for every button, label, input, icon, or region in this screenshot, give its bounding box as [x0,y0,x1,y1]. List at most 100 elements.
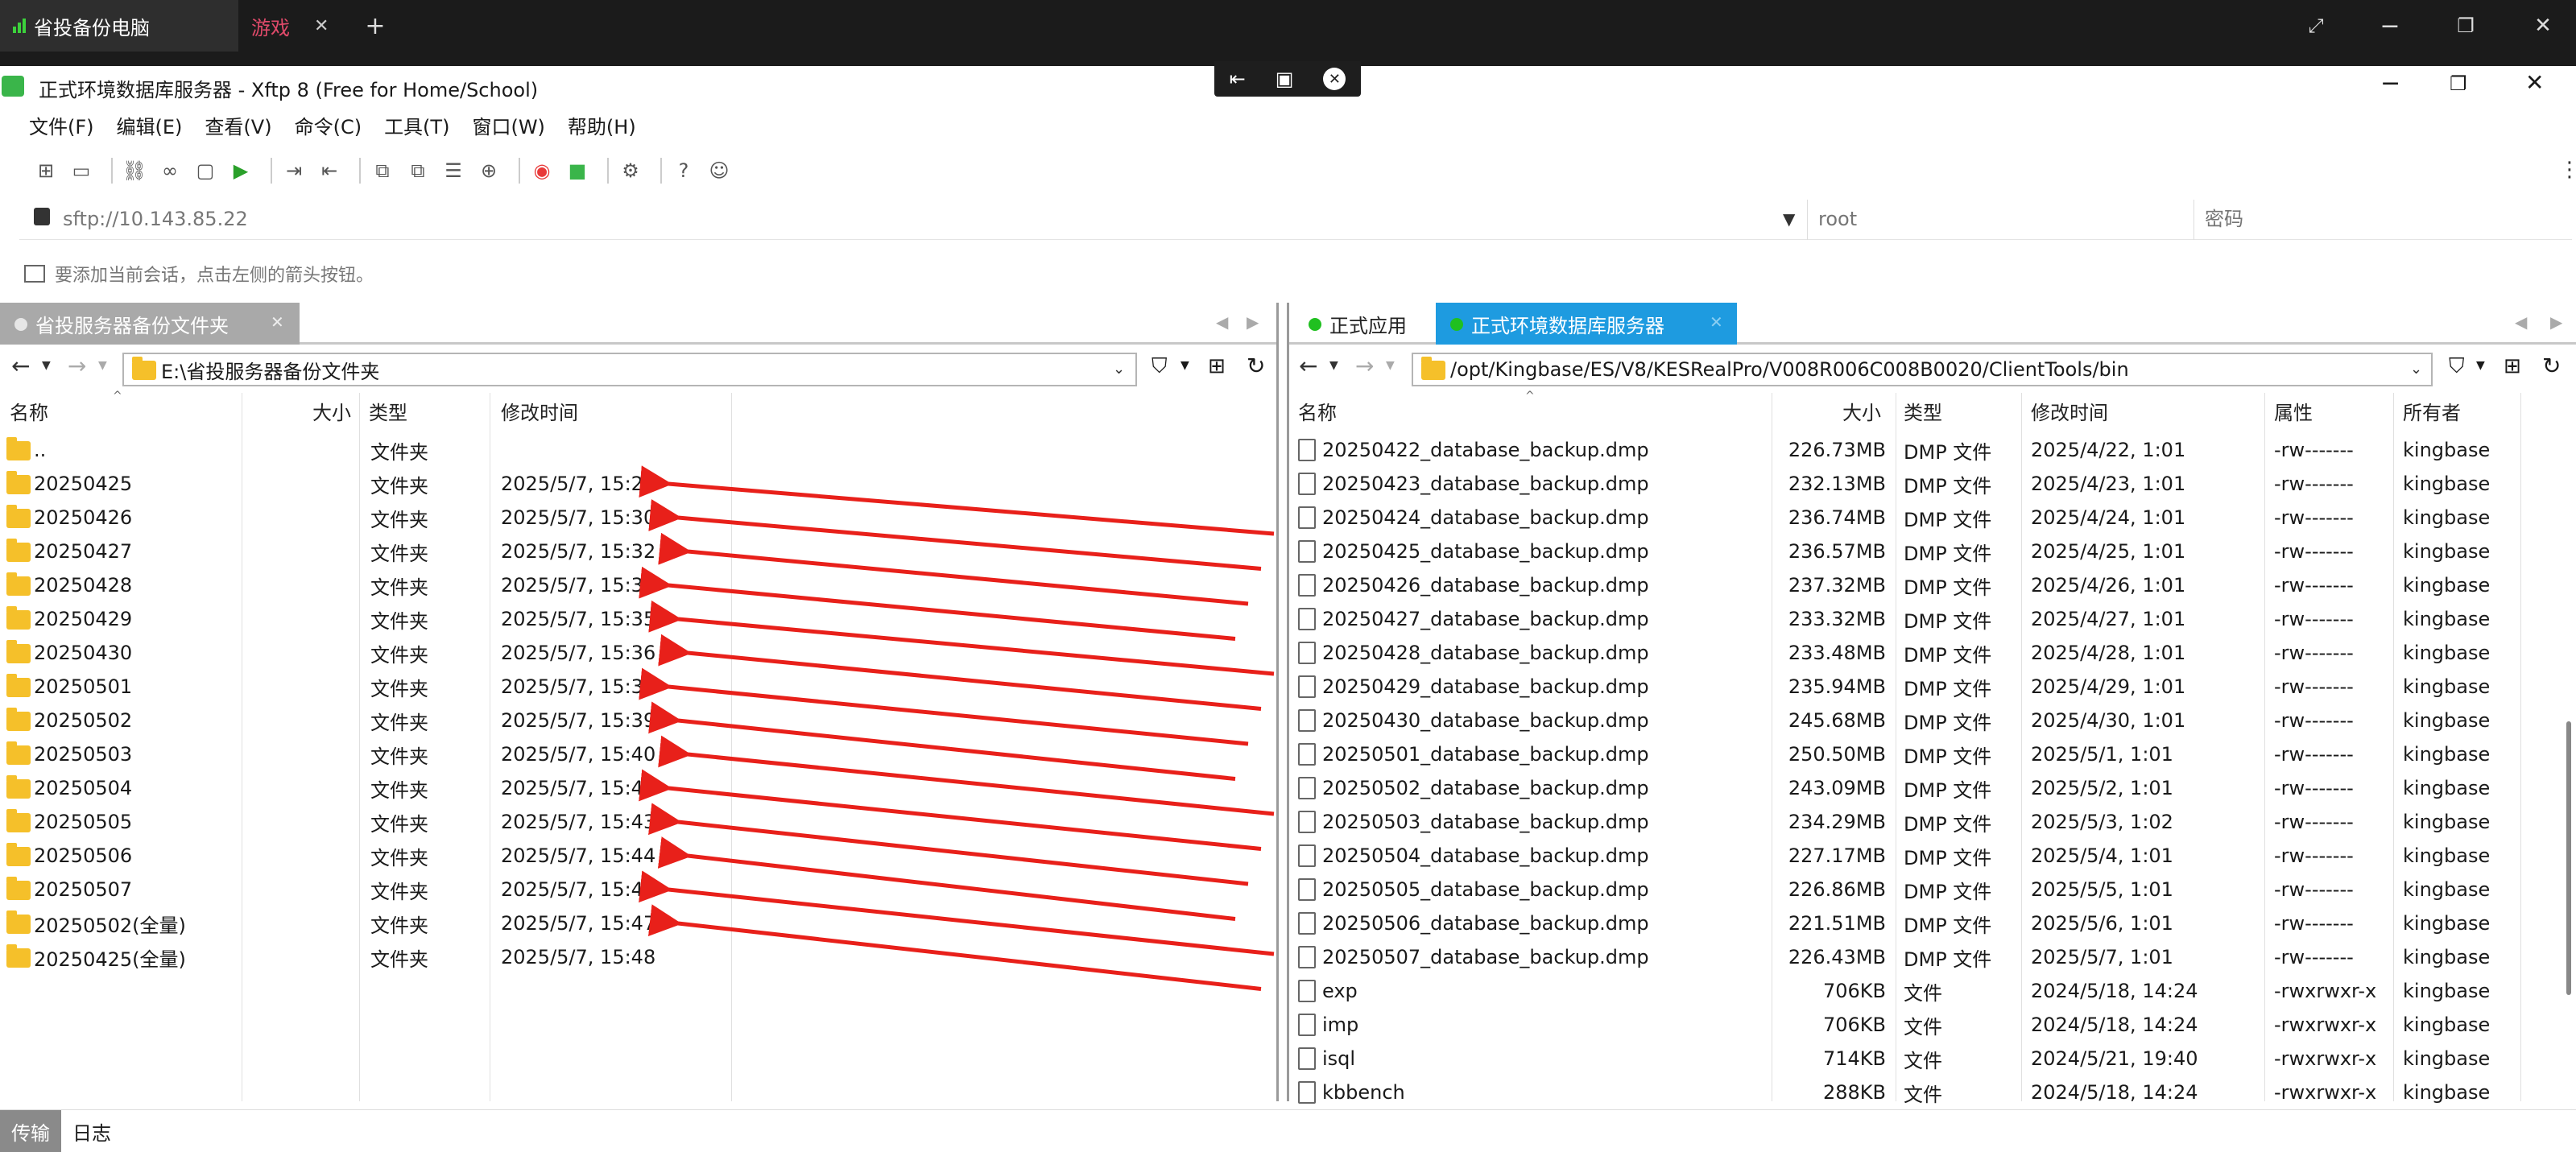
list-item[interactable]: 20250501 文件夹 2025/5/7, 15:38 [0,670,1277,704]
col-header-mtime[interactable]: 修改时间 [2031,394,2108,427]
chevron-down-icon[interactable]: ▼ [1783,209,1795,229]
tab-transfer[interactable]: 传输 [0,1109,61,1152]
menu-file[interactable]: 文件(F) [29,111,94,139]
copy-icon[interactable]: ⧉ [369,157,396,184]
new-tab-icon[interactable]: + [358,8,393,43]
close-icon[interactable]: ✕ [1710,312,1723,332]
tab-local-backup[interactable]: 省投服务器备份文件夹 ✕ [0,303,300,345]
list-item[interactable]: 20250505_database_backup.dmp 226.86MB DMP … [1292,873,2561,906]
minimize-icon[interactable]: − [2372,8,2408,43]
password-field[interactable] [2205,203,2559,235]
rd-tab-games[interactable]: 游戏 ✕ [238,0,343,52]
menu-tools[interactable]: 工具(T) [384,111,449,139]
list-item[interactable]: kbbench 288KB 文件 2024/5/18, 14:24 -rwxrwxr-x… [1292,1076,2561,1109]
menu-edit[interactable]: 编辑(E) [117,111,183,139]
list-item[interactable]: .. 文件夹 [0,433,1277,467]
list-item[interactable]: 20250502_database_backup.dmp 243.09MB DMP … [1292,771,2561,805]
col-header-size[interactable]: 大小 [1842,394,1881,427]
forward-arrow-icon[interactable]: → [68,353,86,379]
list-item[interactable]: 20250506_database_backup.dmp 221.51MB DMP … [1292,906,2561,940]
close-icon[interactable]: ✕ [271,312,284,332]
bookmark-icon[interactable]: ⛉ [1152,354,1168,379]
col-header-size[interactable]: 大小 [312,394,351,427]
more-options-icon[interactable]: ⋮ [2559,158,2576,182]
new-folder-icon[interactable]: ⊞ [2504,354,2521,378]
minimize-icon[interactable]: − [2380,69,2400,97]
chevron-down-icon[interactable]: ▼ [1386,359,1395,372]
close-icon[interactable]: ✕ [314,16,329,36]
chevron-down-icon[interactable]: ▼ [98,359,107,372]
list-item[interactable]: 20250501_database_backup.dmp 250.50MB DMP … [1292,737,2561,771]
globe-icon[interactable]: ⊕ [475,157,502,184]
list-item[interactable]: 20250507_database_backup.dmp 226.43MB DMP … [1292,940,2561,974]
list-item[interactable]: 20250425 文件夹 2025/5/7, 15:28 [0,467,1277,501]
local-path-field[interactable]: E:\省投服务器备份文件夹 ⌄ [122,353,1137,386]
close-icon[interactable]: ✕ [1323,68,1346,90]
list-item[interactable]: 20250503 文件夹 2025/5/7, 15:40 [0,737,1277,771]
scrollbar[interactable] [2566,721,2571,995]
bookmark-icon[interactable]: ⛉ [2449,354,2465,379]
tab-scroll-right-icon[interactable]: ▶ [2550,312,2562,332]
new-window-icon[interactable]: ▢ [192,157,219,184]
list-item[interactable]: 20250422_database_backup.dmp 226.73MB DMP … [1292,433,2561,467]
list-item[interactable]: 20250502(全量) 文件夹 2025/5/7, 15:47 [0,906,1277,940]
list-item[interactable]: 20250502 文件夹 2025/5/7, 15:39 [0,704,1277,737]
list-item[interactable]: 20250504 文件夹 2025/5/7, 15:41 [0,771,1277,805]
col-header-type[interactable]: 类型 [369,394,407,427]
list-item[interactable]: 20250507 文件夹 2025/5/7, 15:45 [0,873,1277,906]
username-field[interactable] [1818,203,2181,235]
host-input[interactable] [63,203,1794,235]
tab-scroll-right-icon[interactable]: ▶ [1247,312,1259,332]
list-item[interactable]: isql 714KB 文件 2024/5/21, 19:40 -rwxrwxr-x kin… [1292,1042,2561,1076]
refresh-icon[interactable]: ↻ [2542,353,2561,379]
new-folder-icon[interactable]: ⊞ [1208,354,1226,378]
upload-icon[interactable]: ⇥ [280,157,308,184]
list-item[interactable]: 20250427 文件夹 2025/5/7, 15:32 [0,535,1277,568]
list-item[interactable]: 20250430 文件夹 2025/5/7, 15:36 [0,636,1277,670]
list-item[interactable]: 20250503_database_backup.dmp 234.29MB DMP … [1292,805,2561,839]
close-window-icon[interactable]: ✕ [2525,8,2561,43]
back-arrow-icon[interactable]: ← [11,353,30,379]
list-item[interactable]: 20250428_database_backup.dmp 233.48MB DMP … [1292,636,2561,670]
list-item[interactable]: 20250429_database_backup.dmp 235.94MB DMP … [1292,670,2561,704]
open-folder-icon[interactable]: ▭ [68,157,95,184]
list-item[interactable]: 20250427_database_backup.dmp 233.32MB DMP … [1292,602,2561,636]
col-header-attr[interactable]: 属性 [2274,394,2313,427]
download-icon[interactable]: ⇤ [316,157,343,184]
col-header-owner[interactable]: 所有者 [2403,394,2461,427]
new-session-icon[interactable]: ⊞ [32,157,60,184]
list-item[interactable]: 20250429 文件夹 2025/5/7, 15:35 [0,602,1277,636]
col-header-type[interactable]: 类型 [1904,394,1942,427]
list-item[interactable]: 20250505 文件夹 2025/5/7, 15:43 [0,805,1277,839]
menu-command[interactable]: 命令(C) [295,111,362,139]
tab-prod-app[interactable]: 正式应用 [1294,303,1433,345]
list-item[interactable]: 20250425(全量) 文件夹 2025/5/7, 15:48 [0,940,1277,974]
screen-icon[interactable]: ▣ [1276,68,1294,90]
tab-scroll-left-icon[interactable]: ◀ [1216,312,1228,332]
back-arrow-icon[interactable]: ← [1299,353,1317,379]
chevron-down-icon[interactable]: ▼ [1329,359,1338,372]
list-item[interactable]: imp 706KB 文件 2024/5/18, 14:24 -rwxrwxr-x king… [1292,1008,2561,1042]
col-header-name[interactable]: 名称 [1298,394,1337,427]
close-icon[interactable]: ✕ [2525,69,2544,96]
chevron-down-icon[interactable]: ▼ [2476,359,2485,372]
list-item[interactable]: 20250506 文件夹 2025/5/7, 15:44 [0,839,1277,873]
tab-scroll-left-icon[interactable]: ◀ [2515,312,2527,332]
gear-icon[interactable]: ⚙ [617,157,644,184]
chevron-down-icon[interactable]: ▼ [1180,359,1189,372]
list-item[interactable]: 20250423_database_backup.dmp 232.13MB DMP … [1292,467,2561,501]
chevron-down-icon[interactable]: ▼ [42,359,51,372]
list-item[interactable]: 20250428 文件夹 2025/5/7, 15:33 [0,568,1277,602]
forward-arrow-icon[interactable]: → [1355,353,1374,379]
menu-help[interactable]: 帮助(H) [568,111,636,139]
transfer-icon[interactable]: ▶ [227,157,254,184]
chevron-down-icon[interactable]: ⌄ [1113,361,1125,378]
fullscreen-icon[interactable]: ⤢ [2298,8,2334,43]
list-item[interactable]: exp 706KB 文件 2024/5/18, 14:24 -rwxrwxr-x king… [1292,974,2561,1008]
remote-path-field[interactable]: /opt/Kingbase/ES/V8/KESRealPro/V008R006C… [1412,353,2433,386]
list-item[interactable]: 20250504_database_backup.dmp 227.17MB DMP … [1292,839,2561,873]
tab-prod-db-server[interactable]: 正式环境数据库服务器 ✕ [1436,303,1737,345]
list-item[interactable]: 20250424_database_backup.dmp 236.74MB DMP … [1292,501,2561,535]
maximize-icon[interactable]: ❐ [2450,72,2467,95]
chevron-down-icon[interactable]: ⌄ [2410,361,2422,378]
